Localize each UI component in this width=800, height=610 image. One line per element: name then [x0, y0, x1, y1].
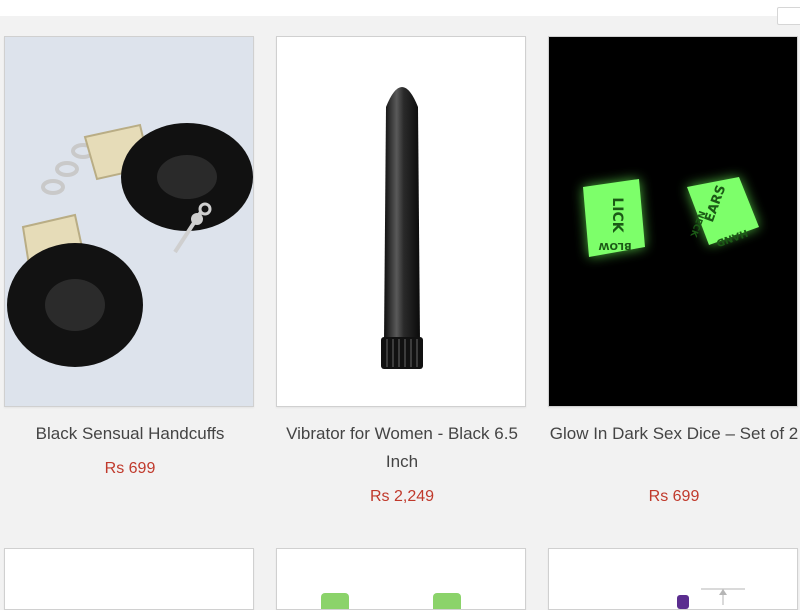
product-price: Rs 699 — [104, 460, 156, 477]
product-image-link[interactable] — [276, 36, 526, 407]
dice-image: LICK BLOW EARS HAND NECK — [549, 37, 797, 406]
product-image — [277, 549, 525, 609]
product-title[interactable]: Black Sensual Handcuffs — [4, 420, 256, 448]
product-image-link[interactable] — [4, 548, 254, 610]
dice-word: LICK — [609, 197, 625, 233]
product-price: Rs 2,249 — [369, 488, 435, 505]
handcuffs-image — [5, 37, 253, 406]
vibrator-image — [277, 37, 525, 406]
product-price: Rs 699 — [648, 488, 700, 505]
product-title[interactable]: Glow In Dark Sex Dice – Set of 2 — [548, 420, 800, 448]
product-grid: Black Sensual Handcuffs Rs 699 Vibrator … — [0, 0, 800, 610]
product-image-link[interactable]: LICK BLOW EARS HAND NECK — [548, 36, 798, 407]
product-image — [549, 549, 797, 609]
product-image — [5, 549, 253, 609]
product-image-link[interactable] — [276, 548, 526, 610]
dice-word: BLOW — [598, 240, 631, 251]
product-title[interactable]: Vibrator for Women - Black 6.5 Inch — [276, 420, 528, 476]
product-image-link[interactable] — [548, 548, 798, 610]
product-image-link[interactable] — [4, 36, 254, 407]
